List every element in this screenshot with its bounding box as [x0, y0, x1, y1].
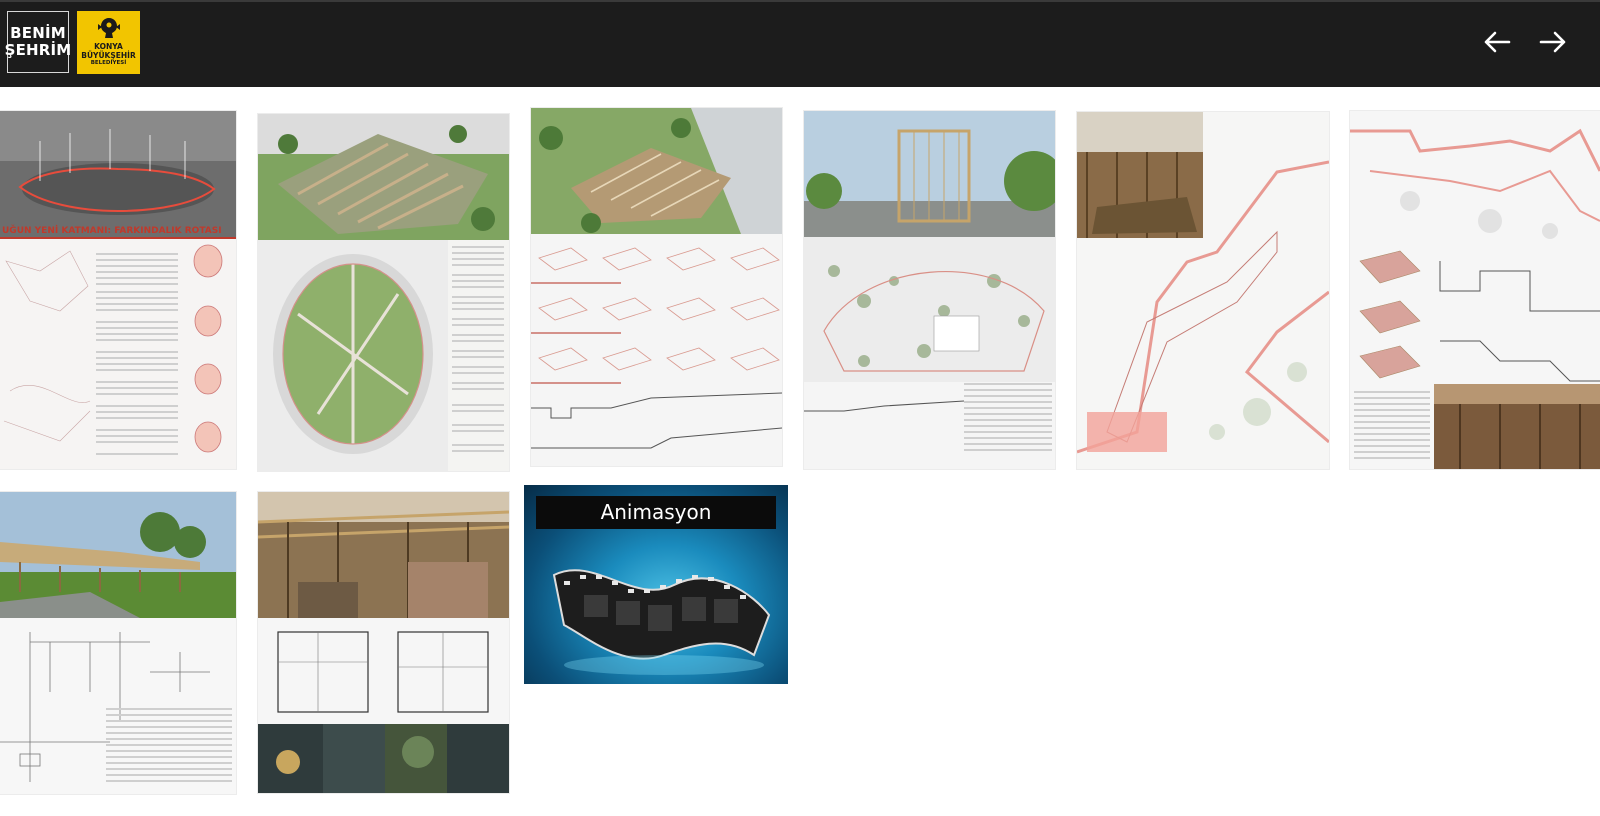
gallery-item-5[interactable]	[1077, 112, 1329, 469]
poster-3-image	[531, 108, 782, 466]
logo-konya-line2: BÜYÜKŞEHİR	[81, 51, 136, 60]
logo-benim-line1: BENİM	[10, 24, 66, 42]
poster-6-image	[1350, 111, 1600, 469]
poster-7-image	[0, 492, 236, 794]
poster-1-heading: UĞUN YENİ KATMANI: FARKINDALIK ROTASI	[2, 224, 222, 236]
emblem-icon	[97, 18, 120, 38]
logo-konya-line1: KONYA	[94, 42, 123, 51]
gallery-item-4[interactable]	[804, 111, 1055, 469]
gallery-item-8[interactable]	[258, 492, 509, 793]
gallery-item-3[interactable]	[531, 108, 782, 466]
poster-5-image	[1077, 112, 1329, 469]
gallery-item-7[interactable]	[0, 492, 236, 794]
poster-1-image: UĞUN YENİ KATMANI: FARKINDALIK ROTASI	[0, 111, 236, 469]
gallery-item-1[interactable]: UĞUN YENİ KATMANI: FARKINDALIK ROTASI	[0, 111, 236, 469]
logo-konya-line3: BELEDİYESİ	[90, 60, 127, 66]
benim-sehrim-logo[interactable]: BENİM ŞEHRİM	[4, 11, 72, 73]
animation-video-tile[interactable]: Animasyon	[524, 485, 788, 684]
arrow-right-icon	[1539, 31, 1566, 53]
gallery-item-2[interactable]	[258, 114, 509, 471]
gallery-item-6[interactable]	[1350, 111, 1600, 469]
previous-button[interactable]	[1477, 22, 1517, 62]
konya-buyuksehir-logo[interactable]: KONYA BÜYÜKŞEHİR BELEDİYESİ	[77, 11, 140, 74]
poster-2-image	[258, 114, 509, 471]
film-reel-icon	[552, 569, 771, 675]
logo-benim-line2: ŞEHRİM	[4, 41, 72, 59]
poster-8-image	[258, 492, 509, 793]
next-button[interactable]	[1533, 22, 1573, 62]
top-bar: BENİM ŞEHRİM KONYA BÜYÜKŞEHİR BELEDİYESİ	[0, 0, 1600, 87]
poster-4-image	[804, 111, 1055, 469]
arrow-left-icon	[1484, 31, 1511, 53]
